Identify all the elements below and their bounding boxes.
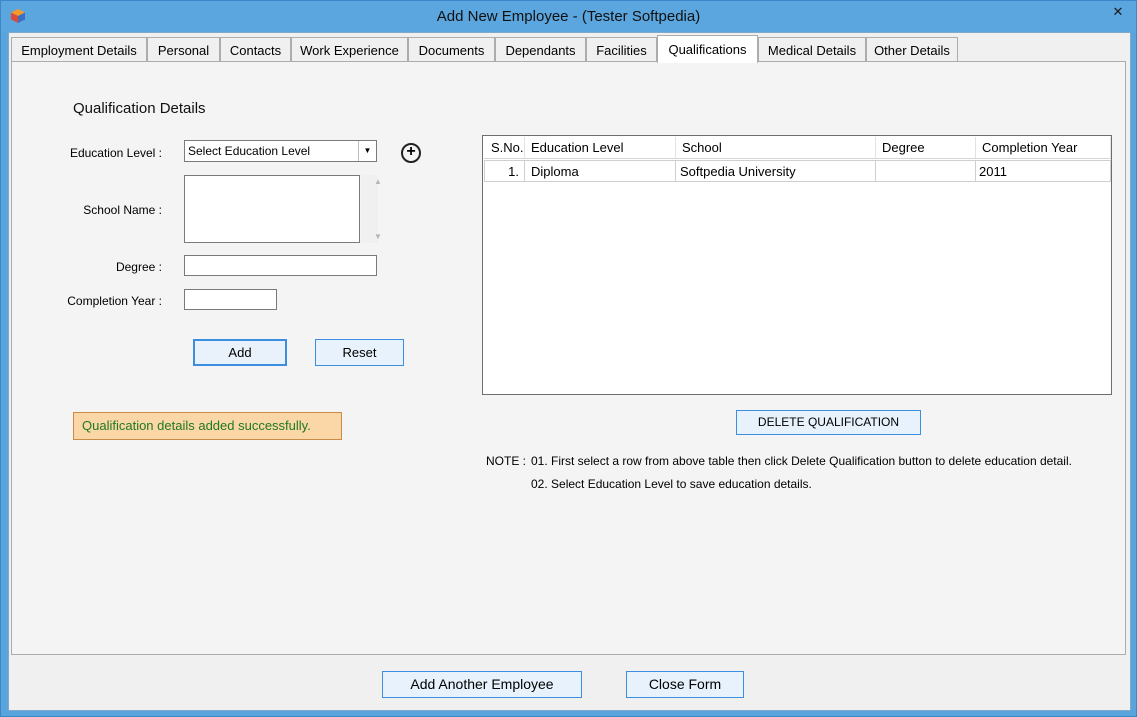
- school-name-textarea[interactable]: [184, 175, 360, 243]
- section-title: Qualification Details: [73, 100, 206, 117]
- cell-sno: 1.: [484, 160, 525, 182]
- cell-completion-year: 2011: [976, 160, 1111, 182]
- completion-year-label: Completion Year :: [67, 294, 162, 308]
- add-another-employee-button[interactable]: Add Another Employee: [382, 671, 582, 698]
- tab-qualifications[interactable]: Qualifications: [657, 35, 758, 63]
- cell-education-level: Diploma: [525, 160, 676, 182]
- cell-degree: [876, 160, 976, 182]
- education-level-select[interactable]: Select Education Level ▼: [184, 140, 377, 162]
- close-window-button[interactable]: ✕: [1100, 1, 1136, 22]
- degree-input[interactable]: [184, 255, 377, 276]
- tab-personal[interactable]: Personal: [147, 37, 220, 62]
- tab-employment-details[interactable]: Employment Details: [11, 37, 147, 62]
- window: Add New Employee - (Tester Softpedia) ✕ …: [0, 0, 1137, 717]
- form-client-area: Employment Details Personal Contacts Wor…: [8, 32, 1131, 711]
- education-level-label: Education Level :: [69, 146, 162, 160]
- column-header-degree[interactable]: Degree: [876, 137, 976, 159]
- tab-medical-details[interactable]: Medical Details: [758, 37, 866, 62]
- completion-year-input[interactable]: [184, 289, 277, 310]
- reset-button[interactable]: Reset: [315, 339, 404, 366]
- close-form-button[interactable]: Close Form: [626, 671, 744, 698]
- school-name-scrollbar[interactable]: ▲ ▼: [361, 175, 382, 243]
- school-name-label: School Name :: [83, 203, 162, 217]
- tab-contacts[interactable]: Contacts: [220, 37, 291, 62]
- column-header-education-level[interactable]: Education Level: [525, 137, 676, 159]
- note-prefix: NOTE :: [486, 454, 527, 468]
- tab-facilities[interactable]: Facilities: [586, 37, 657, 62]
- qualifications-table[interactable]: S.No. Education Level School Degree Comp…: [482, 135, 1112, 395]
- qualifications-panel: Qualification Details Education Level : …: [11, 61, 1126, 655]
- education-level-value: Select Education Level: [188, 144, 311, 158]
- chevron-down-icon: ▼: [358, 141, 376, 161]
- column-header-sno[interactable]: S.No.: [484, 137, 525, 159]
- delete-qualification-button[interactable]: DELETE QUALIFICATION: [736, 410, 921, 435]
- title-bar: Add New Employee - (Tester Softpedia) ✕: [1, 1, 1136, 32]
- note-line-1: 01. First select a row from above table …: [531, 454, 1072, 468]
- column-header-school[interactable]: School: [676, 137, 876, 159]
- window-title: Add New Employee - (Tester Softpedia): [436, 8, 701, 25]
- scroll-up-icon: ▲: [374, 177, 382, 186]
- add-button[interactable]: Add: [193, 339, 287, 366]
- add-education-level-icon[interactable]: +: [401, 143, 421, 163]
- tab-other-details[interactable]: Other Details: [866, 37, 958, 62]
- close-icon: ✕: [1112, 3, 1124, 19]
- tab-documents[interactable]: Documents: [408, 37, 495, 62]
- column-header-completion-year[interactable]: Completion Year: [976, 137, 1111, 159]
- tab-dependants[interactable]: Dependants: [495, 37, 586, 62]
- cell-school: Softpedia University: [676, 160, 876, 182]
- scroll-down-icon: ▼: [374, 232, 382, 241]
- note-line-2: 02. Select Education Level to save educa…: [531, 477, 812, 491]
- degree-label: Degree :: [115, 260, 162, 274]
- success-message: Qualification details added successfully…: [73, 412, 342, 440]
- tab-work-experience[interactable]: Work Experience: [291, 37, 408, 62]
